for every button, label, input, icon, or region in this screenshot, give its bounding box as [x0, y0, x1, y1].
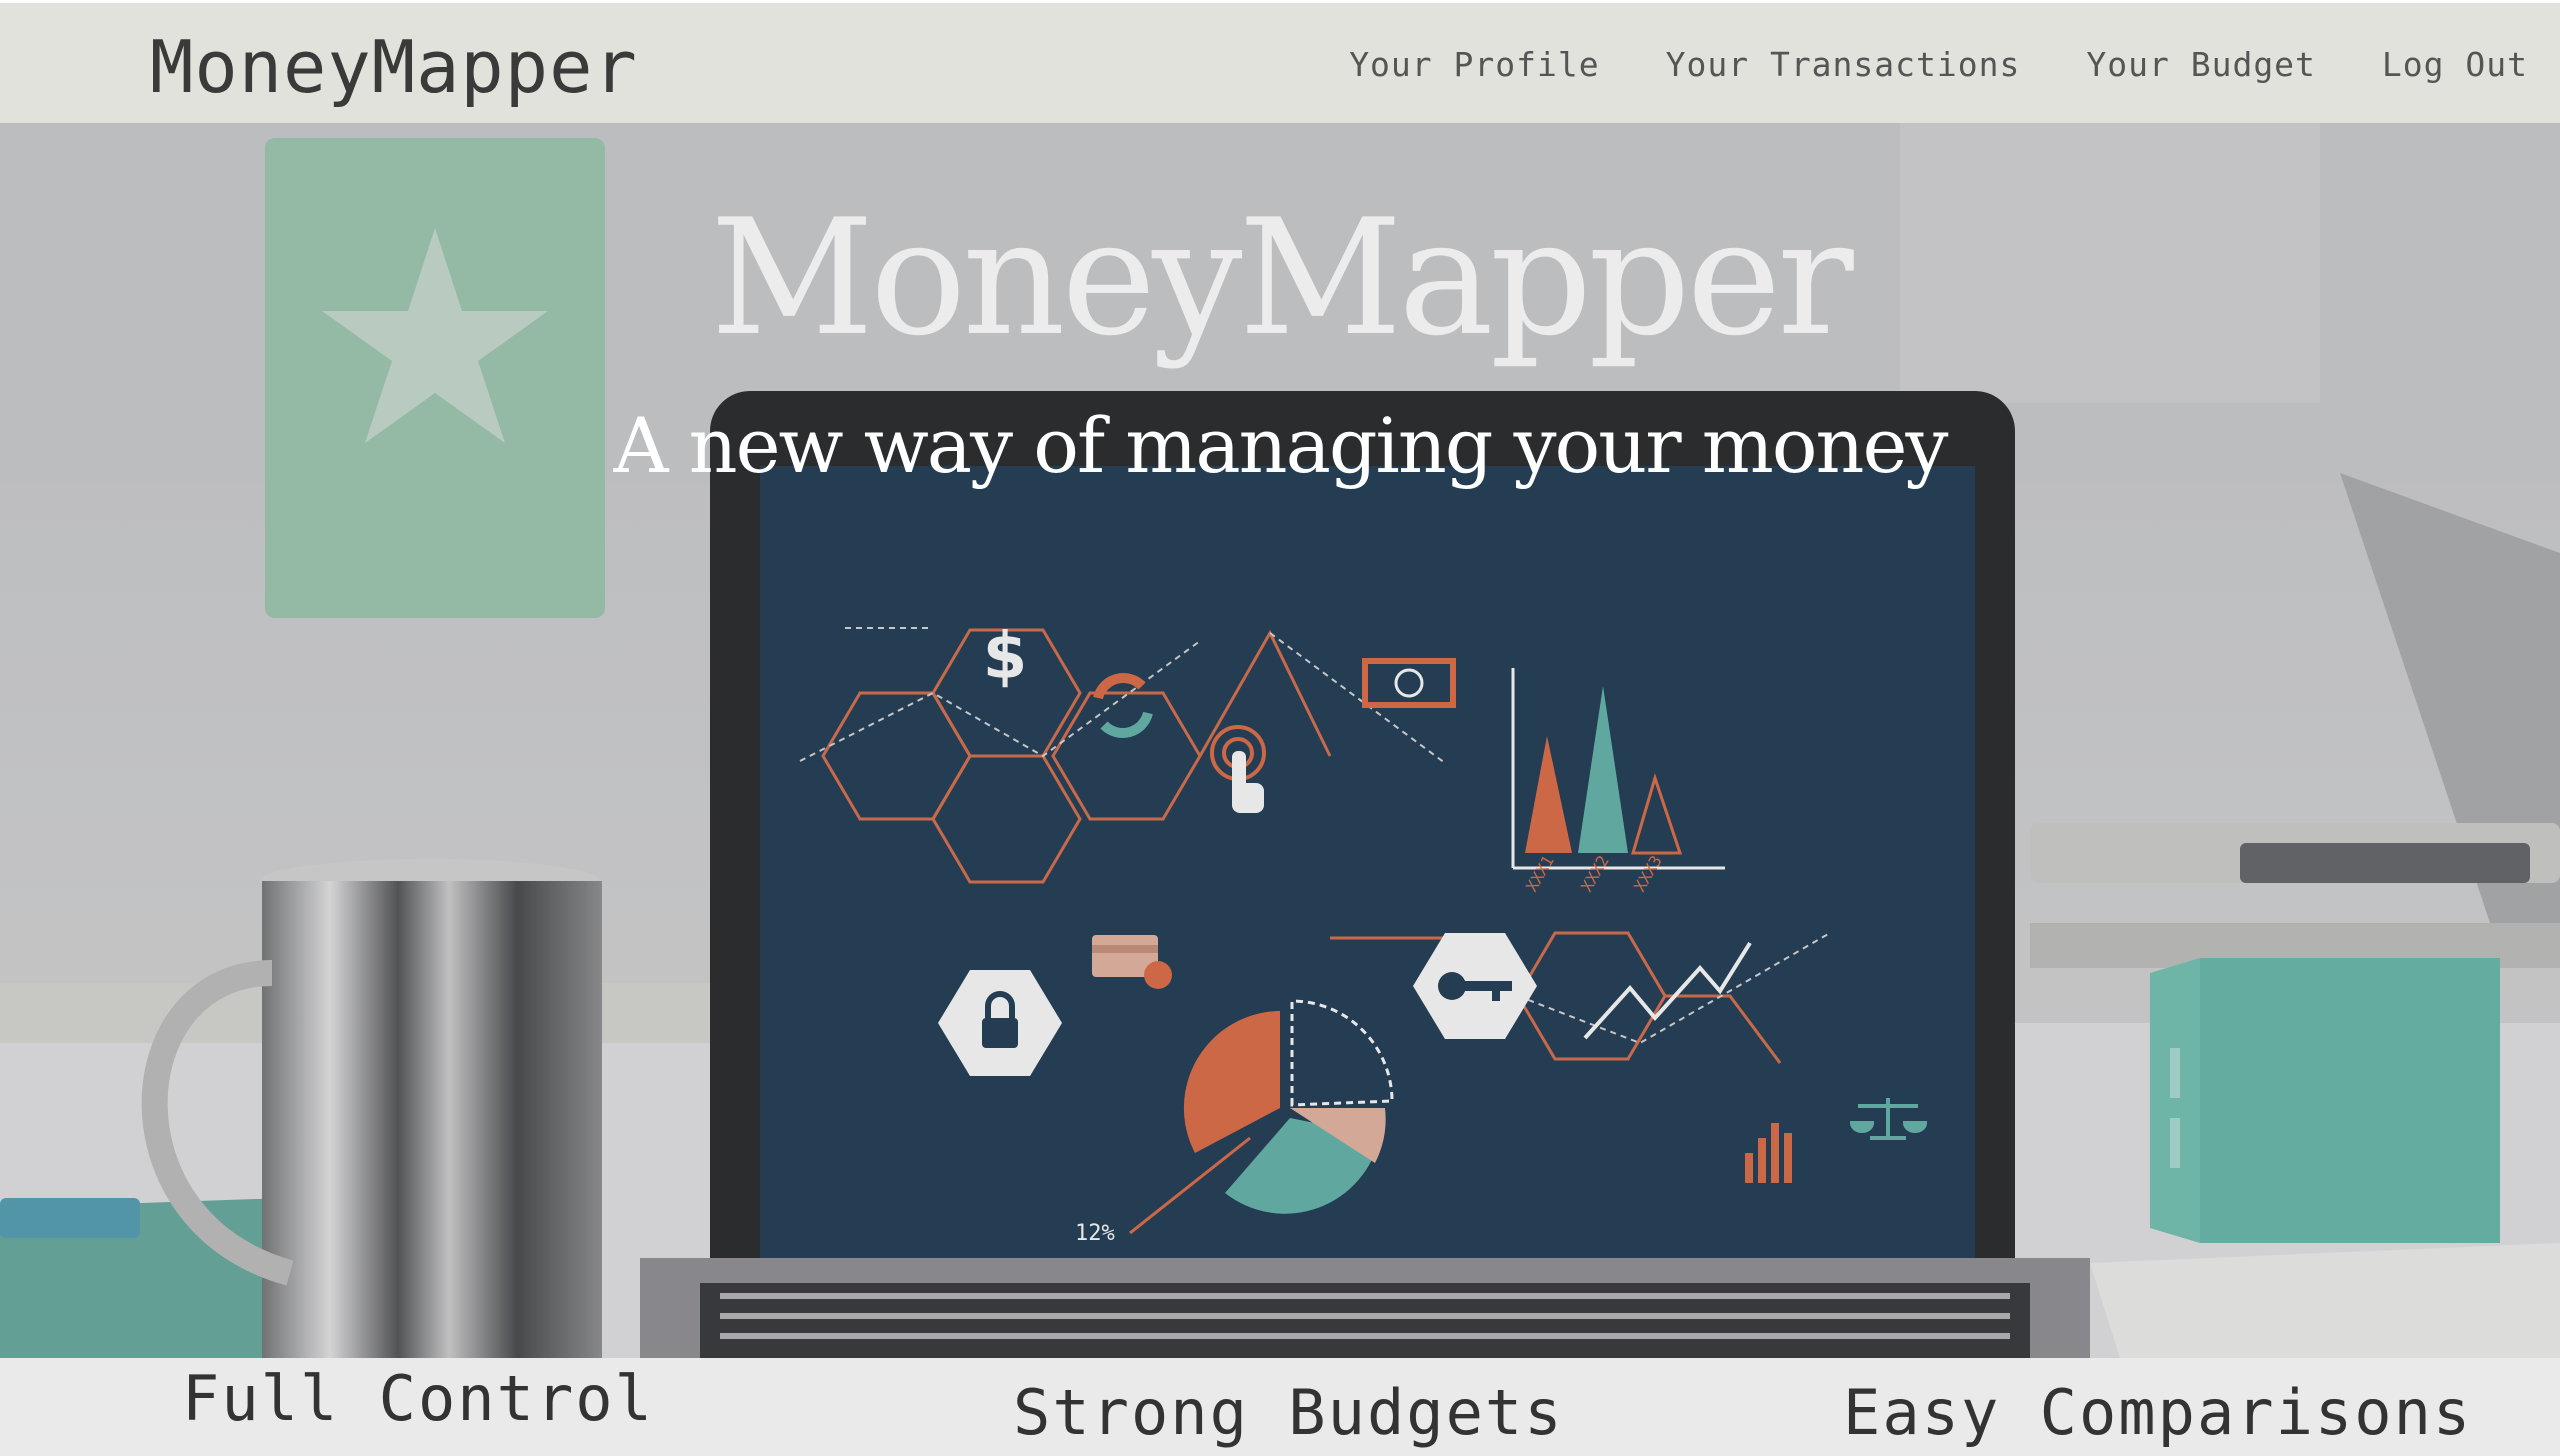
nav-your-profile[interactable]: Your Profile	[1349, 45, 1599, 84]
hero-title: MoneyMapper	[710, 184, 1854, 371]
top-navbar: MoneyMapper Your Profile Your Transactio…	[0, 0, 2560, 123]
features-bar: Full Control Strong Budgets Easy Compari…	[0, 1358, 2560, 1456]
nav-log-out[interactable]: Log Out	[2382, 45, 2528, 84]
hero-subtitle: A new way of managing your money	[613, 401, 1949, 490]
feature-easy-comparisons: Easy Comparisons	[1843, 1376, 2473, 1449]
brand-logo[interactable]: MoneyMapper	[150, 25, 638, 109]
feature-strong-budgets: Strong Budgets	[1013, 1376, 1564, 1449]
nav-your-transactions[interactable]: Your Transactions	[1666, 45, 2021, 84]
nav-your-budget[interactable]: Your Budget	[2086, 45, 2316, 84]
feature-full-control: Full Control	[182, 1362, 654, 1435]
nav-links: Your Profile Your Transactions Your Budg…	[1349, 45, 2528, 84]
hero-section: $ XXX1 XXX2 XXX3 12% MoneyMapper A new w…	[0, 123, 2560, 1358]
